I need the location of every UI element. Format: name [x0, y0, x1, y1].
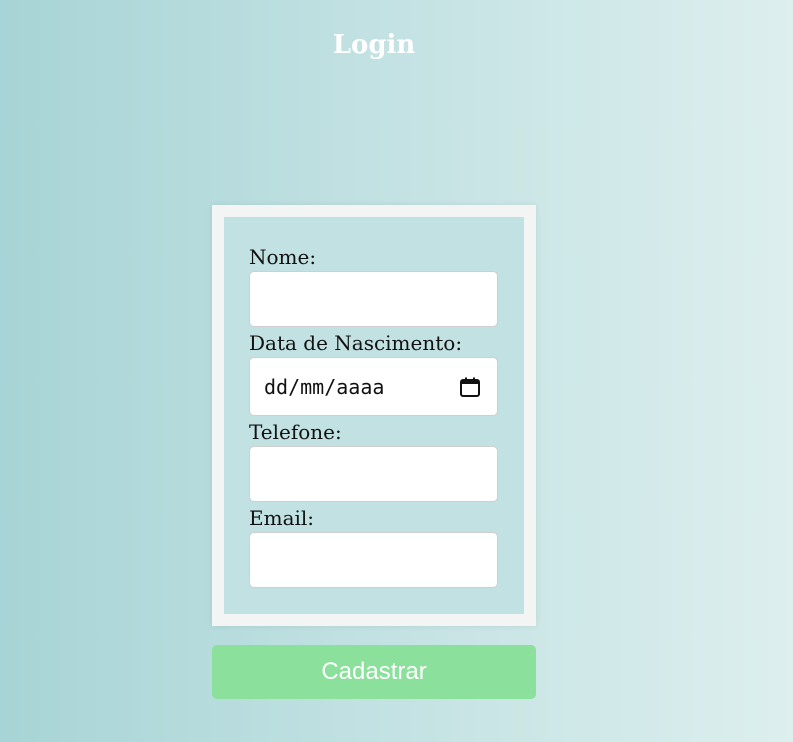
submit-button[interactable]: Cadastrar	[212, 645, 536, 699]
birthdate-placeholder: dd/mm/aaaa	[264, 374, 385, 399]
email-label: Email:	[249, 506, 315, 530]
phone-input[interactable]	[249, 446, 498, 502]
birthdate-label: Data de Nascimento:	[249, 331, 463, 355]
phone-label: Telefone:	[249, 420, 342, 444]
calendar-icon[interactable]	[459, 376, 481, 398]
page-title: Login	[332, 30, 416, 60]
email-input[interactable]	[249, 532, 498, 588]
name-label: Nome:	[249, 245, 317, 269]
name-input[interactable]	[249, 271, 498, 327]
registration-form: Nome: Data de Nascimento: dd/mm/aaaa Tel…	[212, 205, 536, 626]
birthdate-input[interactable]: dd/mm/aaaa	[249, 357, 498, 416]
form-panel: Nome: Data de Nascimento: dd/mm/aaaa Tel…	[224, 217, 524, 614]
